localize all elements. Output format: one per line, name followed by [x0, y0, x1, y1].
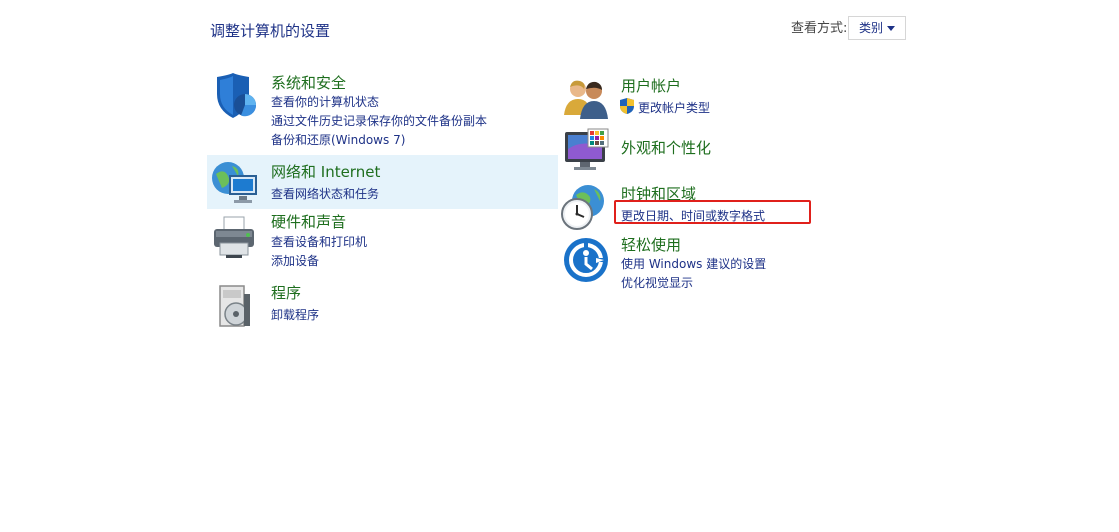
network-category-hover [207, 155, 558, 209]
highlight-annotation-box [614, 200, 811, 224]
dropdown-arrow-icon [887, 26, 895, 31]
link-file-history-backup[interactable]: 通过文件历史记录保存你的文件备份副本 [271, 112, 487, 129]
link-optimize-visual-display[interactable]: 优化视觉显示 [621, 274, 693, 291]
clock-globe-icon[interactable] [560, 183, 608, 231]
category-appearance-personalization[interactable]: 外观和个性化 [621, 137, 711, 158]
view-by-dropdown[interactable]: 类别 [848, 16, 906, 40]
link-view-computer-status[interactable]: 查看你的计算机状态 [271, 93, 379, 110]
view-by-label: 查看方式: [791, 21, 848, 36]
view-by-selected: 类别 [859, 21, 884, 35]
program-disc-icon[interactable] [216, 282, 264, 330]
category-network-internet[interactable]: 网络和 Internet [271, 161, 380, 182]
users-icon[interactable] [562, 75, 610, 123]
category-hardware-sound[interactable]: 硬件和声音 [271, 211, 346, 232]
category-programs[interactable]: 程序 [271, 282, 301, 303]
link-windows-recommended-settings[interactable]: 使用 Windows 建议的设置 [621, 255, 766, 272]
link-change-account-type[interactable]: 更改帐户类型 [638, 99, 710, 116]
uac-shield-icon [620, 98, 634, 114]
link-view-network-status[interactable]: 查看网络状态和任务 [271, 185, 379, 202]
printer-icon[interactable] [210, 213, 258, 261]
link-uninstall-program[interactable]: 卸载程序 [271, 306, 319, 323]
shield-icon[interactable] [211, 72, 259, 120]
ease-of-access-icon[interactable] [562, 236, 610, 284]
globe-monitor-icon[interactable] [210, 158, 258, 206]
monitor-palette-icon[interactable] [562, 127, 610, 175]
category-ease-of-access[interactable]: 轻松使用 [621, 234, 681, 255]
link-backup-restore[interactable]: 备份和还原(Windows 7) [271, 131, 405, 148]
page-title: 调整计算机的设置 [210, 22, 331, 40]
category-user-accounts[interactable]: 用户帐户 [621, 75, 681, 96]
link-devices-printers[interactable]: 查看设备和打印机 [271, 233, 367, 250]
link-add-device[interactable]: 添加设备 [271, 252, 319, 269]
category-system-security[interactable]: 系统和安全 [271, 72, 346, 93]
